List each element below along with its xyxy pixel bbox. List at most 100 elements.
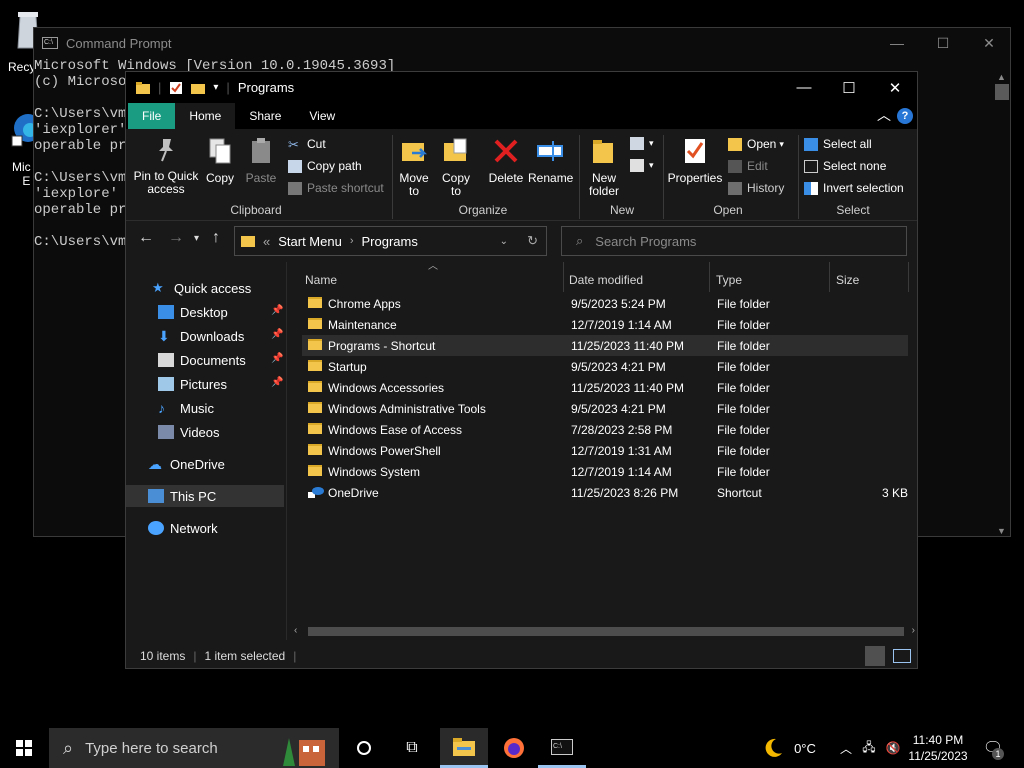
cmd-scroll-thumb[interactable] xyxy=(994,84,1009,100)
nav-music[interactable]: ♪ Music xyxy=(158,397,214,419)
tab-view[interactable]: View xyxy=(295,103,349,129)
file-explorer-window[interactable]: | ▾ | Programs — ☐ ✕ File Home Share Vie… xyxy=(125,71,918,669)
file-row[interactable]: Windows Accessories 11/25/2023 11:40 PM Fi… xyxy=(302,377,908,398)
copy-path-button[interactable]: Copy path xyxy=(288,159,362,173)
explorer-minimize-button[interactable]: — xyxy=(781,72,827,103)
cmd-minimize-button[interactable]: — xyxy=(874,28,920,58)
taskbar-command-prompt[interactable]: C:\ xyxy=(538,728,586,768)
nav-pictures[interactable]: Pictures xyxy=(158,373,227,395)
delete-button[interactable]: Delete xyxy=(484,137,528,185)
copy-button[interactable]: Copy xyxy=(204,137,236,185)
explorer-maximize-button[interactable]: ☐ xyxy=(826,72,872,103)
select-none-button[interactable]: Select none xyxy=(804,159,886,173)
tab-share[interactable]: Share xyxy=(235,103,295,129)
scroll-right-icon[interactable]: › xyxy=(912,625,915,636)
file-row[interactable]: Windows Ease of Access 7/28/2023 2:58 PM F… xyxy=(302,419,908,440)
rename-button[interactable]: Rename xyxy=(528,137,573,185)
help-icon[interactable]: ? xyxy=(897,108,913,124)
column-name[interactable]: Name xyxy=(305,273,337,287)
task-view-button[interactable]: ⧉ xyxy=(388,728,436,768)
paste-shortcut-button[interactable]: Paste shortcut xyxy=(288,181,384,195)
column-separator[interactable] xyxy=(829,262,830,292)
file-row[interactable]: Programs - Shortcut 11/25/2023 11:40 PM Fi… xyxy=(302,335,908,356)
clock[interactable]: 11:40 PM 11/25/2023 xyxy=(904,728,972,768)
file-row[interactable]: Windows PowerShell 12/7/2019 1:31 AM File … xyxy=(302,440,908,461)
horizontal-scroll-thumb[interactable] xyxy=(308,627,904,636)
move-to-button[interactable]: Move to xyxy=(396,137,432,198)
edit-button[interactable]: Edit xyxy=(728,159,768,173)
nav-documents[interactable]: Documents xyxy=(158,349,246,371)
up-arrow-icon[interactable]: ↑ xyxy=(212,229,220,247)
cmd-maximize-button[interactable]: ☐ xyxy=(920,28,966,58)
overflow-chevron[interactable]: « xyxy=(263,234,270,249)
column-type[interactable]: Type xyxy=(716,273,742,287)
taskbar-search-box[interactable]: ⌕ Type here to search xyxy=(49,728,339,768)
history-button[interactable]: History xyxy=(728,181,784,195)
show-hidden-icons-icon[interactable]: ︿ xyxy=(836,728,856,768)
weather-icon[interactable] xyxy=(758,728,788,768)
breadcrumb-programs[interactable]: Programs xyxy=(362,234,418,249)
cmd-title-bar[interactable]: C:\ Command Prompt xyxy=(34,28,1010,58)
nav-videos[interactable]: Videos xyxy=(158,421,220,443)
file-list[interactable]: ︿ Name Date modified Type Size Chrome Ap… xyxy=(288,261,917,640)
pin-to-quick-access-button[interactable]: Pin to Quick access xyxy=(132,137,200,196)
cmd-scroll-down-icon[interactable]: ▼ xyxy=(993,526,1010,536)
nav-onedrive[interactable]: ☁ OneDrive xyxy=(148,453,225,475)
open-button[interactable]: Open ▾ xyxy=(728,137,784,151)
nav-this-pc[interactable]: This PC xyxy=(126,485,284,507)
column-separator[interactable] xyxy=(563,262,564,292)
new-item-button[interactable]: ▾ xyxy=(630,137,654,150)
large-icons-view-icon[interactable] xyxy=(893,649,911,663)
file-row[interactable]: Chrome Apps 9/5/2023 5:24 PM File folder xyxy=(302,293,908,314)
search-box[interactable]: ⌕ Search Programs xyxy=(561,226,907,256)
horizontal-scrollbar[interactable]: ‹ › xyxy=(292,623,917,640)
file-row[interactable]: Maintenance 12/7/2019 1:14 AM File folder xyxy=(302,314,908,335)
notification-center-button[interactable]: 🗨 1 xyxy=(978,728,1008,768)
file-row[interactable]: Windows Administrative Tools 9/5/2023 4:2… xyxy=(302,398,908,419)
taskbar-file-explorer[interactable] xyxy=(440,728,488,768)
cmd-scrollbar[interactable]: ▲ ▼ xyxy=(993,72,1010,536)
cmd-close-button[interactable]: ✕ xyxy=(966,28,1012,58)
file-row[interactable]: OneDrive 11/25/2023 8:26 PM Shortcut 3 KB xyxy=(302,482,908,503)
tab-file[interactable]: File xyxy=(128,103,176,129)
easy-access-button[interactable]: ▾ xyxy=(630,159,654,172)
network-tray-icon[interactable]: 🖧 xyxy=(858,728,880,768)
column-separator[interactable] xyxy=(709,262,710,292)
column-date-modified[interactable]: Date modified xyxy=(569,273,643,287)
properties-button[interactable]: Properties xyxy=(666,137,724,185)
details-view-icon[interactable] xyxy=(865,646,885,666)
file-row[interactable]: Windows System 12/7/2019 1:14 AM File fold… xyxy=(302,461,908,482)
temperature[interactable]: 0°C xyxy=(788,728,822,768)
forward-arrow-icon[interactable]: → xyxy=(168,229,184,247)
nav-desktop[interactable]: Desktop xyxy=(158,301,228,323)
file-row[interactable]: Startup 9/5/2023 4:21 PM File folder xyxy=(302,356,908,377)
new-folder-quick-icon[interactable] xyxy=(191,82,206,94)
customize-toolbar-icon[interactable]: ▾ xyxy=(213,82,218,93)
breadcrumb-start-menu[interactable]: Start Menu xyxy=(278,234,342,249)
navigation-pane[interactable]: ★ Quick access Desktop 📌 ⬇ Downloads 📌 D… xyxy=(126,262,287,640)
scroll-left-icon[interactable]: ‹ xyxy=(294,625,297,636)
taskbar-firefox[interactable] xyxy=(490,728,538,768)
cortana-button[interactable] xyxy=(340,728,388,768)
select-all-button[interactable]: Select all xyxy=(804,137,872,151)
column-separator[interactable] xyxy=(908,262,909,292)
copy-to-button[interactable]: Copy to xyxy=(438,137,474,198)
nav-network[interactable]: Network xyxy=(148,517,218,539)
nav-quick-access[interactable]: ★ Quick access xyxy=(152,277,251,299)
properties-quick-icon[interactable] xyxy=(169,81,183,94)
back-arrow-icon[interactable]: ← xyxy=(138,229,154,247)
refresh-icon[interactable]: ↻ xyxy=(527,233,538,249)
collapse-ribbon-icon[interactable]: ︿ xyxy=(877,105,891,125)
invert-selection-button[interactable]: Invert selection xyxy=(804,181,904,195)
column-size[interactable]: Size xyxy=(836,273,859,287)
start-button[interactable] xyxy=(0,728,48,768)
tab-home[interactable]: Home xyxy=(175,103,236,129)
address-dropdown-icon[interactable]: ⌄ xyxy=(500,236,508,247)
address-bar[interactable]: « Start Menu › Programs ⌄ ↻ xyxy=(234,226,547,256)
nav-downloads[interactable]: ⬇ Downloads xyxy=(158,325,244,347)
new-folder-button[interactable]: New folder xyxy=(584,137,624,198)
cut-button[interactable]: ✂ Cut xyxy=(288,137,326,151)
volume-muted-icon[interactable]: 🔇 xyxy=(882,728,904,768)
paste-button[interactable]: Paste xyxy=(244,137,278,185)
explorer-close-button[interactable]: ✕ xyxy=(872,72,918,103)
